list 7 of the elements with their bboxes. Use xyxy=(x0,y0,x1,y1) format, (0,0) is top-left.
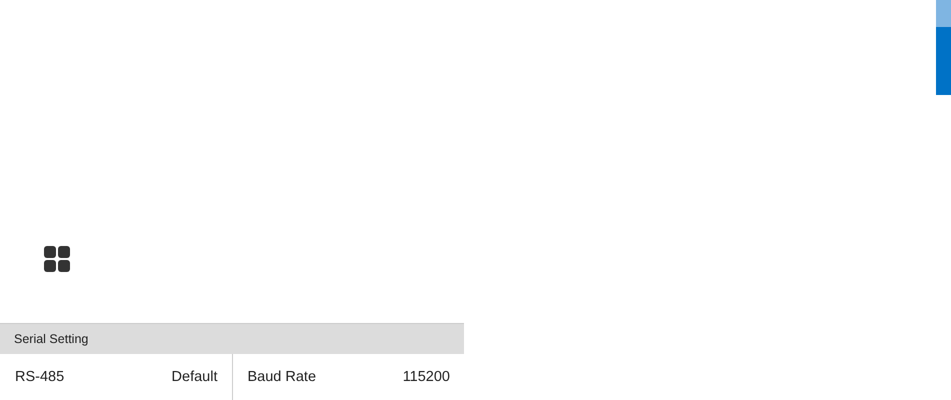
setting-value: Default xyxy=(172,369,218,385)
grid-icon[interactable] xyxy=(44,246,70,272)
setting-label: Baud Rate xyxy=(248,369,316,385)
panel-title: Serial Setting xyxy=(14,332,88,346)
scroll-bar[interactable] xyxy=(936,0,951,95)
setting-value: 115200 xyxy=(402,369,450,385)
setting-label: RS-485 xyxy=(15,369,64,385)
